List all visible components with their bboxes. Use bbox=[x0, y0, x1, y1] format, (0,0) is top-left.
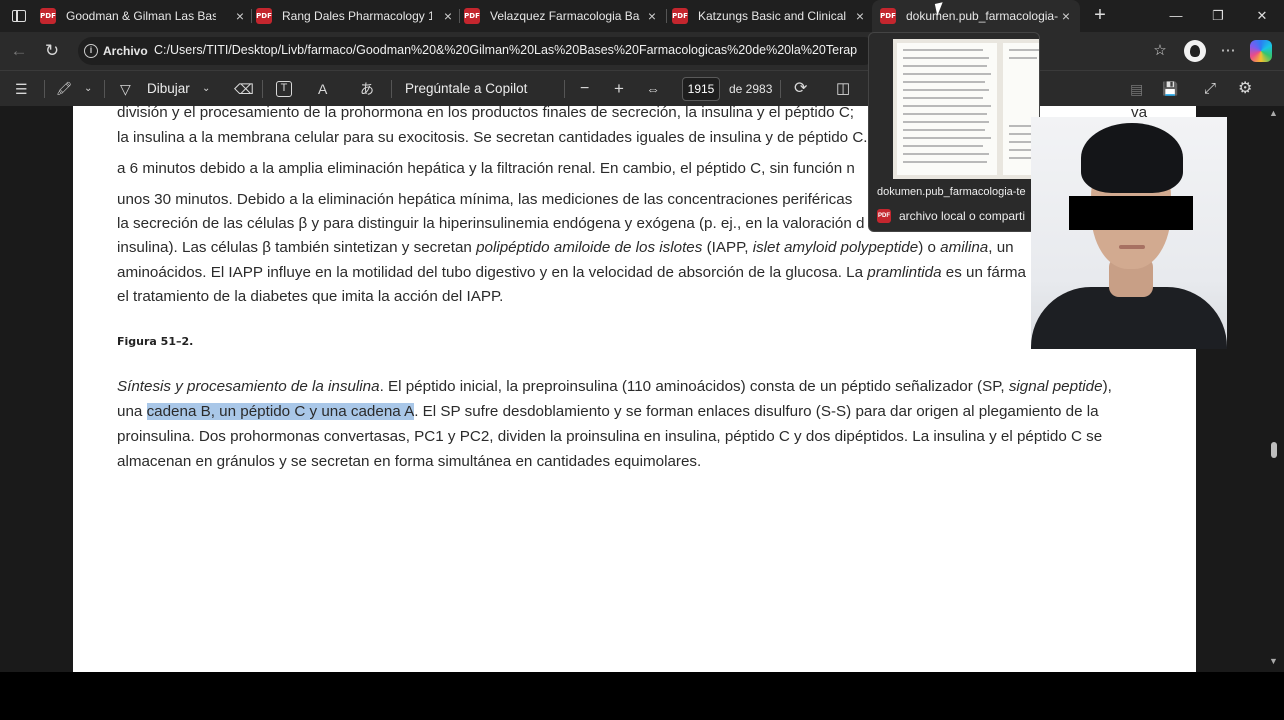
tab-title: Rang Dales Pharmacology 10th bbox=[282, 9, 432, 23]
draw-pen-icon[interactable]: ▽ bbox=[120, 79, 131, 99]
toolbar-divider bbox=[564, 80, 565, 98]
info-icon: i bbox=[84, 44, 98, 58]
pdf-favicon-icon: PDF bbox=[256, 8, 272, 24]
preview-thumbnail bbox=[893, 39, 1039, 179]
fullscreen-icon[interactable]: ⤢ bbox=[1204, 79, 1216, 99]
tab-title: Goodman & Gilman Las Bases bbox=[66, 9, 216, 23]
figure-label: Figura 51–2. bbox=[117, 335, 194, 348]
tab-divider bbox=[459, 9, 460, 23]
tab-velazquez[interactable]: PDF Velazquez Farmacologia Basica × bbox=[464, 0, 660, 32]
minimize-icon[interactable]: — bbox=[1166, 6, 1186, 26]
toolbar-divider bbox=[780, 80, 781, 98]
close-tab-icon[interactable]: × bbox=[1058, 8, 1074, 24]
tab-strip: PDF Goodman & Gilman Las Bases × PDF Ran… bbox=[0, 0, 1284, 32]
tab-hover-preview: dokumen.pub_farmacologia-te PDF archivo … bbox=[868, 32, 1040, 232]
vertical-scrollbar[interactable]: ▲ ▼ bbox=[1268, 106, 1280, 672]
draw-button-label[interactable]: Dibujar bbox=[147, 79, 190, 99]
pdf-favicon-icon: PDF bbox=[877, 209, 891, 223]
tab-actions-icon[interactable] bbox=[8, 6, 30, 26]
page-total-label: de 2983 bbox=[729, 82, 773, 96]
contents-icon[interactable]: ☰ bbox=[15, 79, 28, 99]
redaction-bar bbox=[1069, 196, 1193, 230]
text-selection-highlight[interactable]: cadena B, un péptido C y una cadena A bbox=[146, 403, 415, 420]
tab-title: Katzungs Basic and Clinical Ph bbox=[698, 9, 848, 23]
settings-gear-icon[interactable]: ⚙ bbox=[1238, 79, 1252, 99]
letterbox-band bbox=[0, 672, 1284, 720]
close-tab-icon[interactable]: × bbox=[232, 8, 248, 24]
reload-button[interactable]: ↻ bbox=[42, 41, 62, 61]
zoom-in-button[interactable]: + bbox=[614, 79, 624, 99]
tab-divider bbox=[251, 9, 252, 23]
fit-page-icon[interactable]: ⇔ bbox=[646, 79, 660, 99]
pdf-favicon-icon: PDF bbox=[464, 8, 480, 24]
tab-title: dokumen.pub_farmacologia-te bbox=[906, 9, 1058, 23]
preview-subtitle: archivo local o comparti bbox=[899, 209, 1026, 223]
thumbnail-page-left bbox=[897, 43, 997, 175]
close-window-icon[interactable]: ✕ bbox=[1252, 6, 1272, 26]
chevron-down-icon[interactable]: ⌄ bbox=[84, 79, 92, 99]
maximize-icon[interactable]: ❐ bbox=[1208, 6, 1228, 26]
tab-katzung[interactable]: PDF Katzungs Basic and Clinical Ph × bbox=[672, 0, 868, 32]
tab-title: Velazquez Farmacologia Basica bbox=[490, 9, 640, 23]
scroll-up-icon[interactable]: ▲ bbox=[1269, 108, 1278, 118]
print-icon[interactable]: ▤ bbox=[1130, 79, 1143, 99]
site-info-chip[interactable]: i Archivo bbox=[84, 41, 148, 61]
document-line: aminoácidos. El IAPP influye en la motil… bbox=[117, 264, 1026, 281]
pdf-favicon-icon: PDF bbox=[880, 8, 896, 24]
profile-avatar[interactable] bbox=[1184, 40, 1206, 62]
copilot-icon[interactable] bbox=[1250, 40, 1272, 62]
eraser-icon[interactable]: ⌫ bbox=[234, 79, 254, 99]
more-menu-icon[interactable]: ⋯ bbox=[1218, 41, 1238, 61]
close-tab-icon[interactable]: × bbox=[644, 8, 660, 24]
scroll-down-icon[interactable]: ▼ bbox=[1269, 656, 1278, 666]
chevron-down-icon[interactable]: ⌄ bbox=[202, 79, 210, 99]
pdf-toolbar: ☰ 🖍 ⌄ ▽ Dibujar ⌄ ⌫ T A あ Pregúntale a C… bbox=[0, 70, 1284, 106]
zoom-out-button[interactable]: − bbox=[580, 79, 589, 99]
translate-icon[interactable]: あ bbox=[360, 79, 374, 99]
close-tab-icon[interactable]: × bbox=[440, 8, 456, 24]
tab-divider bbox=[666, 9, 667, 23]
site-info-label: Archivo bbox=[103, 44, 148, 58]
preview-source: PDF archivo local o comparti bbox=[877, 209, 1025, 223]
document-line: insulina). Las células β también sinteti… bbox=[117, 239, 1014, 256]
new-tab-button[interactable]: + bbox=[1090, 5, 1110, 25]
read-aloud-icon[interactable]: A bbox=[318, 79, 327, 99]
back-button[interactable]: ← bbox=[9, 41, 29, 61]
pdf-favicon-icon: PDF bbox=[40, 8, 56, 24]
highlight-icon[interactable]: 🖍 bbox=[56, 79, 73, 99]
favorites-star-icon[interactable]: ☆ bbox=[1150, 41, 1170, 61]
text-box-icon[interactable]: T bbox=[276, 81, 292, 97]
figure-caption-line: Síntesis y procesamiento de la insulina.… bbox=[117, 378, 1112, 395]
webcam-overlay bbox=[1031, 117, 1227, 349]
rotate-icon[interactable]: ⟳ bbox=[794, 79, 807, 99]
figure-caption-line: almacenan en gránulos y se secretan en f… bbox=[117, 453, 702, 470]
page-number-input[interactable]: 1915 bbox=[682, 77, 720, 101]
figure-caption-line: proinsulina. Dos prohormonas convertasas… bbox=[117, 428, 1103, 445]
close-tab-icon[interactable]: × bbox=[852, 8, 868, 24]
pdf-favicon-icon: PDF bbox=[672, 8, 688, 24]
document-line: el tratamiento de la diabetes que imita … bbox=[117, 288, 504, 305]
page-view-icon[interactable]: ◫ bbox=[836, 79, 850, 99]
scrollbar-thumb[interactable] bbox=[1271, 442, 1277, 458]
navigation-bar: ← ↻ i Archivo C:/Users/TITI/Desktop/Livb… bbox=[0, 32, 1284, 70]
tab-goodman[interactable]: PDF Goodman & Gilman Las Bases × bbox=[40, 0, 248, 32]
tab-rang-dales[interactable]: PDF Rang Dales Pharmacology 10th × bbox=[256, 0, 456, 32]
address-bar[interactable]: i Archivo C:/Users/TITI/Desktop/Livb/far… bbox=[78, 37, 878, 65]
toolbar-divider bbox=[104, 80, 105, 98]
tab-dokumen-active[interactable]: PDF dokumen.pub_farmacologia-te × bbox=[872, 0, 1080, 32]
toolbar-divider bbox=[391, 80, 392, 98]
ask-copilot-button[interactable]: Pregúntale a Copilot bbox=[405, 79, 527, 99]
toolbar-divider bbox=[262, 80, 263, 98]
figure-caption-line: una cadena B, un péptido C y una cadena … bbox=[117, 403, 1099, 420]
preview-title: dokumen.pub_farmacologia-te bbox=[877, 186, 1026, 198]
url-text[interactable]: C:/Users/TITI/Desktop/Livb/farmaco/Goodm… bbox=[154, 43, 870, 57]
toolbar-divider bbox=[44, 80, 45, 98]
save-icon[interactable]: 💾 bbox=[1162, 79, 1178, 99]
